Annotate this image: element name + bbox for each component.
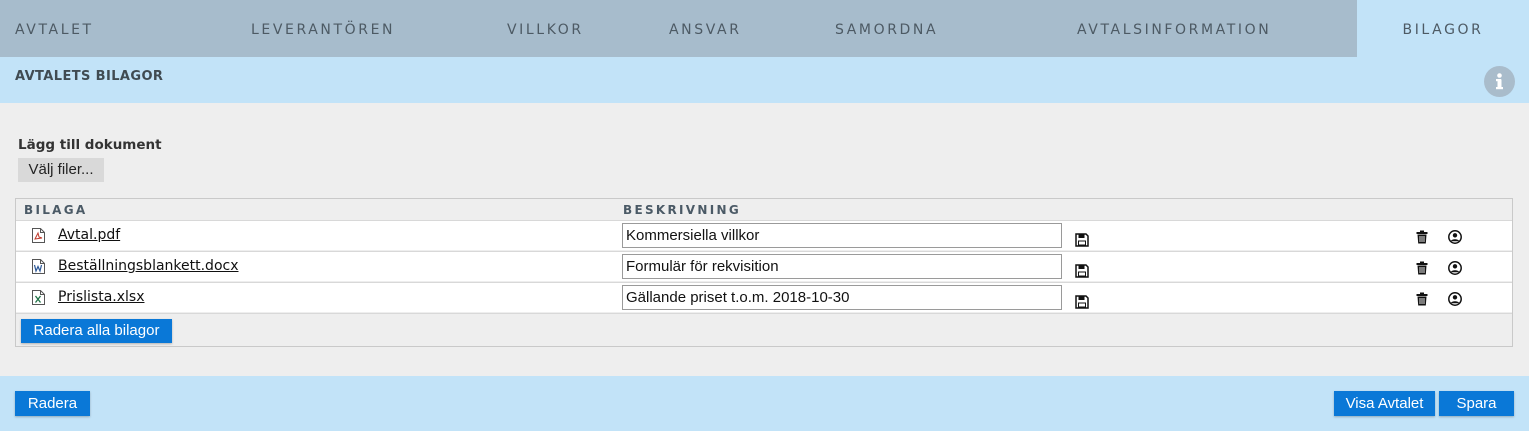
save-icon[interactable] xyxy=(1075,263,1089,278)
section-title: AVTALETS BILAGOR xyxy=(15,69,164,84)
tab-leverantoren[interactable]: LEVERANTÖREN xyxy=(251,0,395,57)
tab-bilagor[interactable]: BILAGOR xyxy=(1357,0,1529,57)
trash-icon[interactable] xyxy=(1415,260,1429,275)
trash-icon[interactable] xyxy=(1415,291,1429,306)
info-icon[interactable] xyxy=(1484,66,1515,97)
description-field[interactable] xyxy=(622,285,1062,310)
column-header-attachment: BILAGA xyxy=(24,203,88,217)
tab-avtalet[interactable]: AVTALET xyxy=(15,0,94,57)
description-field[interactable] xyxy=(622,254,1062,279)
footer-bar xyxy=(0,376,1529,431)
add-document-label: Lägg till dokument xyxy=(18,137,162,153)
description-field[interactable] xyxy=(622,223,1062,248)
delete-button[interactable]: Radera xyxy=(15,391,90,416)
trash-icon[interactable] xyxy=(1415,229,1429,244)
user-icon[interactable] xyxy=(1448,291,1462,306)
file-link-prislista[interactable]: Prislista.xlsx xyxy=(58,289,144,305)
tab-samordna[interactable]: SAMORDNA xyxy=(835,0,938,57)
excel-file-icon xyxy=(32,290,45,305)
save-icon[interactable] xyxy=(1075,232,1089,247)
tab-avtalsinformation[interactable]: AVTALSINFORMATION xyxy=(1077,0,1271,57)
section-header: AVTALETS BILAGOR xyxy=(0,57,1529,103)
file-link-avtal[interactable]: Avtal.pdf xyxy=(58,227,120,243)
tab-ansvar[interactable]: ANSVAR xyxy=(669,0,742,57)
file-link-bestallningsblankett[interactable]: Beställningsblankett.docx xyxy=(58,258,239,274)
user-icon[interactable] xyxy=(1448,229,1462,244)
delete-all-attachments-button[interactable]: Radera alla bilagor xyxy=(21,319,172,343)
row-divider xyxy=(16,313,1512,314)
save-icon[interactable] xyxy=(1075,294,1089,309)
tab-villkor[interactable]: VILLKOR xyxy=(507,0,584,57)
column-header-description: BESKRIVNING xyxy=(623,203,741,217)
show-agreement-button[interactable]: Visa Avtalet xyxy=(1334,391,1435,416)
choose-files-button[interactable]: Välj filer... xyxy=(18,158,104,182)
pdf-file-icon xyxy=(32,228,45,243)
user-icon[interactable] xyxy=(1448,260,1462,275)
tab-bar: AVTALET LEVERANTÖREN VILLKOR ANSVAR SAMO… xyxy=(0,0,1529,57)
word-file-icon xyxy=(32,259,45,274)
save-button[interactable]: Spara xyxy=(1439,391,1514,416)
